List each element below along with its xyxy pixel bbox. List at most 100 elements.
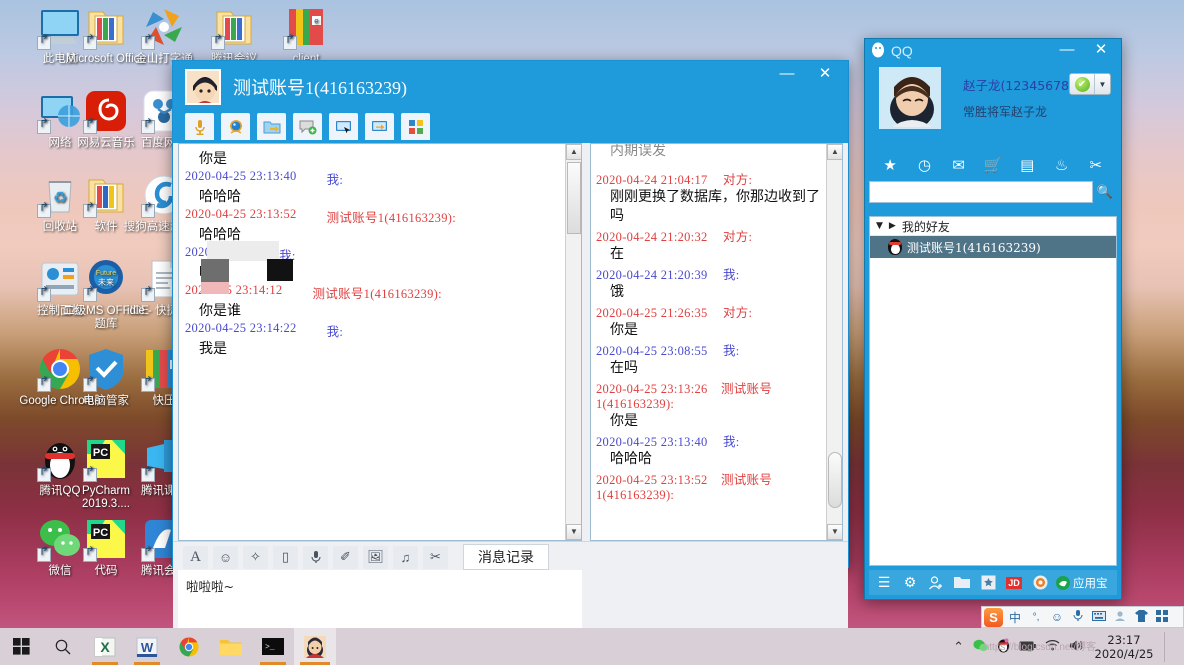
- qq-status-selector[interactable]: ✔ ▼: [1069, 73, 1111, 95]
- tools-icon[interactable]: ✂: [1079, 156, 1113, 174]
- app-store-label: 应用宝: [1073, 575, 1108, 590]
- chevron-down-icon[interactable]: ▼: [876, 221, 883, 231]
- qq-nickname[interactable]: 赵子龙(12345678): [963, 75, 1074, 94]
- history-scroll-down-arrow[interactable]: ▼: [827, 524, 842, 540]
- qq-status-caret-icon[interactable]: ▼: [1094, 74, 1110, 94]
- soft-keyboard-icon[interactable]: [1090, 610, 1108, 624]
- svg-text:PC: PC: [93, 447, 108, 459]
- star-icon[interactable]: ★: [873, 156, 907, 174]
- user-icon[interactable]: [1111, 610, 1129, 625]
- shortcut-arrow-icon: [83, 201, 97, 218]
- friend-group-header[interactable]: ▼ ▶ 我的好友: [870, 217, 1116, 236]
- magic-wand-icon[interactable]: ✧: [243, 545, 268, 569]
- chrome-icon[interactable]: [168, 628, 210, 665]
- scroll-thumb[interactable]: [567, 162, 581, 234]
- file-explorer-icon[interactable]: [210, 628, 252, 665]
- history-pane-scrollbar[interactable]: ▲ ▼: [826, 144, 842, 540]
- qq-close-button[interactable]: ✕: [1087, 39, 1115, 61]
- history-partial-text: 内期误发: [610, 144, 666, 159]
- message-list: 你是 2020-04-25 23:13:40 我: 哈哈哈 2020-04-25…: [179, 144, 565, 540]
- chat-contact-avatar[interactable]: [185, 69, 221, 105]
- history-sender: 对方:: [722, 173, 753, 187]
- history-text: 哈哈哈: [610, 451, 652, 467]
- share-screen-icon[interactable]: [365, 113, 394, 140]
- handwrite-icon[interactable]: ✐: [333, 545, 358, 569]
- qq-app-name: QQ: [891, 43, 913, 59]
- friend-name: 测试账号1(416163239): [907, 240, 1041, 255]
- chinese-mode-icon[interactable]: 中: [1006, 609, 1024, 626]
- menu-icon[interactable]: ☰: [872, 572, 896, 593]
- qq-signature[interactable]: 常胜将军赵子龙: [963, 103, 1047, 120]
- chevron-right-icon[interactable]: ▶: [889, 221, 896, 231]
- sogou-logo-icon[interactable]: S: [984, 607, 1003, 627]
- cart-icon[interactable]: 🛒: [976, 156, 1010, 174]
- scroll-up-arrow[interactable]: ▲: [566, 144, 581, 160]
- shortcut-arrow-icon: [141, 375, 155, 392]
- mail-icon[interactable]: ✉: [942, 156, 976, 174]
- start-button[interactable]: [0, 628, 42, 665]
- message-sender: 测试账号1(416163239):: [326, 211, 457, 225]
- screenshot-scissors-icon[interactable]: ✂: [423, 545, 448, 569]
- shake-window-icon[interactable]: ▯: [273, 545, 298, 569]
- remote-desktop-icon[interactable]: [329, 113, 358, 140]
- qq-user-avatar[interactable]: [879, 67, 941, 129]
- emoji-icon[interactable]: ☺: [213, 545, 238, 569]
- app-store-button[interactable]: 应用宝: [1056, 575, 1108, 591]
- add-friend-icon[interactable]: [924, 572, 948, 593]
- toolbox-icon[interactable]: [1153, 609, 1171, 625]
- favorites-star-icon[interactable]: [976, 572, 1000, 593]
- search-icon[interactable]: [42, 628, 84, 665]
- client-archive-icon[interactable]: eclient: [260, 4, 352, 66]
- chat-close-button[interactable]: ✕: [808, 61, 842, 87]
- show-desktop-button[interactable]: [1164, 631, 1176, 662]
- skin-icon[interactable]: [1132, 609, 1150, 625]
- qq-chat-taskbar-icon[interactable]: [294, 628, 336, 665]
- clock[interactable]: 23:17 2020/4/25: [1093, 633, 1155, 661]
- font-style-icon[interactable]: A: [183, 545, 208, 569]
- apps-grid-icon[interactable]: [401, 113, 430, 140]
- qq-quick-icons: ★ ◷ ✉ 🛒 ▤ ♨ ✂: [865, 149, 1121, 181]
- image-icon[interactable]: 🖼: [363, 545, 388, 569]
- show-hidden-icons[interactable]: ⌃: [953, 639, 964, 655]
- history-text: 在: [610, 246, 624, 262]
- scroll-down-arrow[interactable]: ▼: [566, 524, 581, 540]
- circle-icon[interactable]: [1028, 572, 1052, 593]
- word-icon[interactable]: W: [126, 628, 168, 665]
- message-record-button[interactable]: 消息记录: [463, 544, 549, 570]
- history-scroll-up-arrow[interactable]: ▲: [827, 144, 842, 160]
- client-archive-icon-graphic: e: [283, 4, 329, 50]
- qq-minimize-button[interactable]: —: [1053, 39, 1081, 61]
- folder-icon[interactable]: [950, 572, 974, 593]
- svg-text:PC: PC: [93, 527, 108, 539]
- clock-history-icon[interactable]: ◷: [907, 156, 941, 174]
- qq-search-input[interactable]: [869, 181, 1093, 203]
- jd-icon[interactable]: JD: [1002, 572, 1026, 593]
- video-call-icon[interactable]: [221, 113, 250, 140]
- excel-icon[interactable]: X: [84, 628, 126, 665]
- voice-call-icon[interactable]: [185, 113, 214, 140]
- shortcut-arrow-icon: [83, 117, 97, 134]
- qq-profile: 赵子龙(12345678) 常胜将军赵子龙 ✔ ▼: [865, 63, 1121, 149]
- send-file-icon[interactable]: [257, 113, 286, 140]
- emoji-icon[interactable]: ☺: [1048, 610, 1066, 624]
- search-icon[interactable]: 🔍: [1093, 181, 1117, 203]
- remote-assist-icon[interactable]: [293, 113, 322, 140]
- settings-gear-icon[interactable]: ⚙: [898, 572, 922, 593]
- voice-message-icon[interactable]: [303, 545, 328, 569]
- history-scroll-thumb[interactable]: [828, 452, 842, 508]
- voice-input-icon[interactable]: [1069, 609, 1087, 625]
- chat-minimize-button[interactable]: —: [770, 61, 804, 87]
- chat-titlebar: 测试账号1(416163239) — ✕: [173, 61, 848, 113]
- wallet-icon[interactable]: ▤: [1010, 156, 1044, 174]
- history-text: 刚刚更换了数据库，你那边收到了吗: [610, 189, 820, 224]
- shortcut-arrow-icon: [141, 201, 155, 218]
- message-text: 哈哈哈: [199, 189, 241, 205]
- svg-text:e: e: [314, 17, 319, 26]
- water-drop-icon[interactable]: ♨: [1044, 156, 1078, 174]
- music-icon[interactable]: ♫: [393, 545, 418, 569]
- message-pane: 你是 2020-04-25 23:13:40 我: 哈哈哈 2020-04-25…: [178, 143, 582, 541]
- message-pane-scrollbar[interactable]: ▲ ▼: [565, 144, 581, 540]
- punctuation-icon[interactable]: °,: [1027, 612, 1045, 623]
- terminal-icon[interactable]: >_: [252, 628, 294, 665]
- list-item[interactable]: 测试账号1(416163239): [870, 236, 1116, 258]
